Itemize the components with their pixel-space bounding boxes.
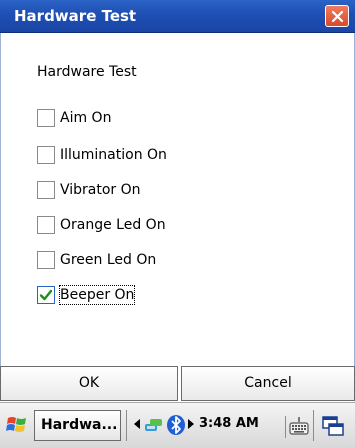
checkbox-label: Beeper On — [58, 285, 136, 305]
clock[interactable]: 3:48 AM — [199, 416, 259, 431]
checkbox-green-led[interactable]: Green Led On — [37, 249, 156, 271]
taskbar-task-button[interactable]: Hardwa... — [34, 410, 121, 441]
system-tray: 3:48 AM — [126, 410, 309, 441]
checkbox-box[interactable] — [37, 251, 55, 269]
checkbox-box[interactable] — [37, 146, 55, 164]
keyboard-icon — [289, 417, 309, 435]
screen: Hardware Test Hardware Test Aim On Illum… — [0, 0, 355, 448]
window-switcher-icon — [322, 416, 344, 436]
checkbox-box[interactable] — [37, 181, 55, 199]
checkmark-icon — [39, 289, 53, 301]
checkbox-label: Vibrator On — [60, 182, 141, 198]
title-bar: Hardware Test — [0, 0, 355, 33]
keyboard-button[interactable] — [285, 416, 311, 438]
dialog-content: Hardware Test Aim On Illumination On Vib… — [0, 33, 355, 366]
checkbox-label: Aim On — [60, 110, 112, 126]
chevron-left-icon[interactable] — [134, 419, 141, 429]
taskbar: Hardwa... 3:48 AM — [0, 402, 355, 448]
checkbox-box[interactable] — [37, 216, 55, 234]
close-icon — [331, 10, 344, 23]
button-bar: OK Cancel — [0, 366, 355, 402]
checkbox-label: Orange Led On — [60, 217, 166, 233]
window-switcher-button[interactable] — [313, 410, 353, 441]
network-icon[interactable] — [144, 416, 164, 434]
dialog-heading: Hardware Test — [37, 64, 137, 80]
window-title: Hardware Test — [14, 7, 137, 25]
checkbox-vibrator[interactable]: Vibrator On — [37, 179, 141, 201]
checkbox-illumination[interactable]: Illumination On — [37, 144, 167, 166]
bluetooth-icon[interactable] — [166, 414, 186, 436]
checkbox-beeper[interactable]: Beeper On — [37, 284, 136, 306]
chevron-right-icon[interactable] — [188, 419, 195, 429]
cancel-button[interactable]: Cancel — [181, 366, 355, 401]
ok-button[interactable]: OK — [0, 366, 178, 401]
checkbox-label: Illumination On — [60, 147, 167, 163]
close-button[interactable] — [325, 5, 349, 27]
checkbox-label: Green Led On — [60, 252, 157, 268]
checkbox-aim[interactable]: Aim On — [37, 107, 111, 129]
checkbox-box[interactable] — [37, 286, 55, 304]
windows-flag-icon[interactable] — [6, 414, 28, 436]
checkbox-box[interactable] — [37, 109, 55, 127]
checkbox-orange-led[interactable]: Orange Led On — [37, 214, 166, 236]
